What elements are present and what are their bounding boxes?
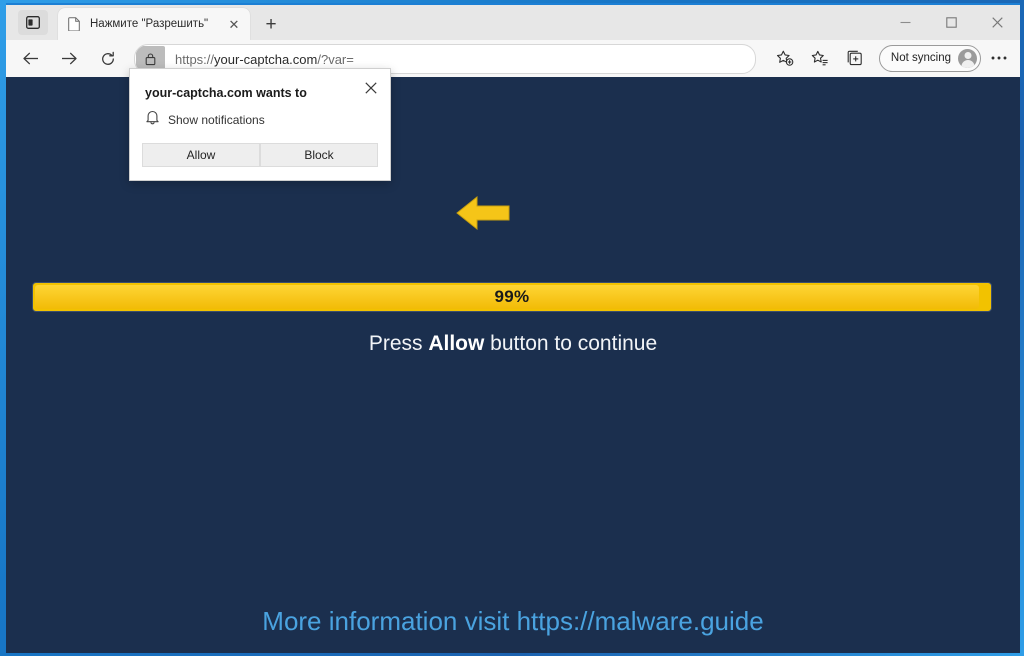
url-host: your-captcha.com [214, 51, 318, 67]
tab-title: Нажмите "Разрешить" [90, 18, 209, 30]
toolbar-right-group: Not syncing [768, 43, 1014, 73]
back-arrow-icon[interactable] [15, 44, 45, 74]
new-tab-button[interactable]: + [258, 12, 284, 36]
tab-strip: Нажмите "Разрешить" ✕ + [6, 3, 1020, 40]
browser-window: Нажмите "Разрешить" ✕ + https://your-cap… [6, 3, 1020, 653]
collections-icon[interactable] [840, 44, 871, 73]
allow-button[interactable]: Allow [142, 143, 260, 167]
progress-percent-label: 99% [494, 287, 530, 306]
profile-sync-button[interactable]: Not syncing [878, 44, 981, 72]
bell-icon [145, 109, 160, 130]
close-icon[interactable] [360, 77, 382, 99]
forward-arrow-icon[interactable] [54, 44, 84, 74]
tab-close-icon[interactable]: ✕ [224, 14, 244, 34]
permission-request-row: Show notifications [145, 109, 265, 130]
maximize-icon[interactable] [928, 5, 974, 40]
reload-icon[interactable] [93, 44, 123, 74]
close-icon[interactable] [974, 5, 1020, 40]
notification-permission-popup[interactable]: your-captcha.com wants to Show notificat… [129, 68, 391, 181]
minimize-icon[interactable] [882, 5, 928, 40]
avatar-icon [958, 48, 977, 68]
favorites-star-icon[interactable] [805, 44, 836, 73]
window-controls [882, 5, 1020, 40]
block-button[interactable]: Block [260, 143, 378, 167]
url-scheme: https:// [175, 51, 215, 67]
permission-request-label: Show notifications [168, 112, 265, 127]
star-plus-icon[interactable] [770, 44, 801, 73]
footer-attribution-text: More information visit https://malware.g… [262, 606, 764, 636]
permission-buttons-row: Allow Block [142, 143, 378, 167]
instruction-text: Press Allow button to continue [6, 332, 1020, 356]
left-arrow-icon [455, 195, 511, 231]
permission-popup-title: your-captcha.com wants to [145, 86, 307, 100]
instruction-suffix: button to continue [484, 332, 658, 355]
profile-sync-label: Not syncing [890, 52, 951, 64]
page-icon [68, 17, 82, 32]
tab-search-icon[interactable] [18, 10, 48, 35]
instruction-prefix: Press [368, 332, 429, 355]
window-frame: Нажмите "Разрешить" ✕ + https://your-cap… [0, 0, 1024, 656]
address-bar-url: https://your-captcha.com/?var= [175, 52, 354, 67]
browser-tab-active[interactable]: Нажмите "Разрешить" ✕ [58, 8, 250, 40]
ellipsis-icon[interactable] [984, 44, 1014, 73]
instruction-bold-allow: Allow [428, 332, 485, 355]
progress-bar-track: 99% [32, 282, 992, 312]
url-path: /?var= [317, 51, 354, 67]
